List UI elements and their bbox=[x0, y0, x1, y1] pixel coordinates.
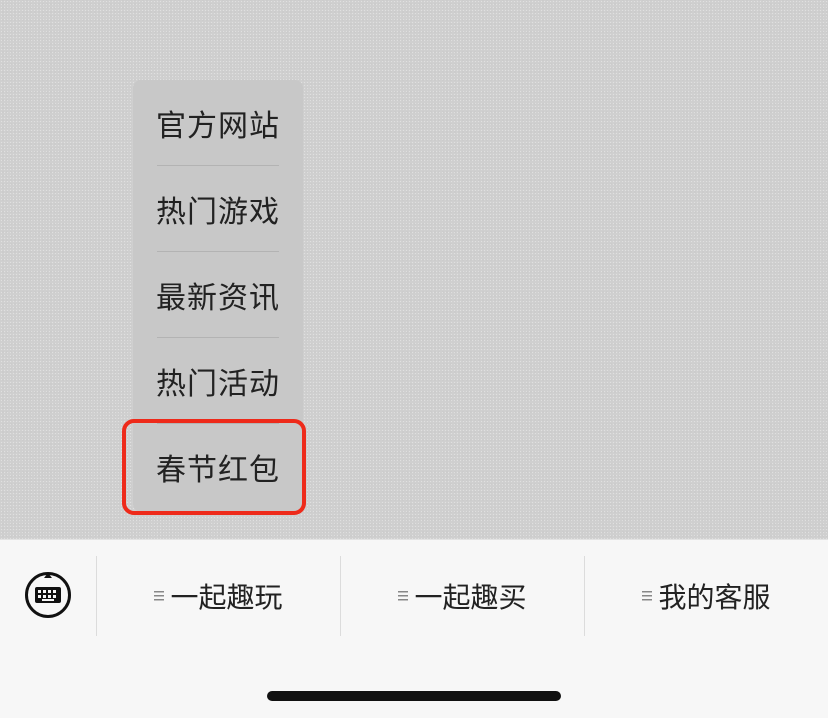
menu-item-label: 最新资讯 bbox=[156, 281, 280, 316]
keyboard-icon bbox=[25, 572, 71, 618]
list-icon bbox=[642, 591, 653, 601]
list-icon bbox=[154, 591, 165, 601]
bottom-menu-play-together[interactable]: 一起趣玩 bbox=[97, 556, 340, 636]
popup-menu: 官方网站 热门游戏 最新资讯 热门活动 春节红包 bbox=[133, 80, 303, 512]
menu-item-hot-games[interactable]: 热门游戏 bbox=[133, 166, 303, 252]
menu-item-label: 官方网站 bbox=[156, 109, 280, 144]
bottom-menu-label: 一起趣买 bbox=[414, 581, 527, 614]
list-icon bbox=[398, 591, 409, 601]
keyboard-toggle-button[interactable] bbox=[24, 571, 72, 619]
menu-item-label: 春节红包 bbox=[156, 453, 280, 488]
bottom-menu-label: 我的客服 bbox=[658, 581, 771, 614]
chat-area bbox=[0, 0, 828, 539]
home-indicator[interactable] bbox=[267, 691, 561, 701]
menu-item-latest-news[interactable]: 最新资讯 bbox=[133, 252, 303, 338]
menu-item-spring-festival-red-packet[interactable]: 春节红包 bbox=[133, 424, 303, 510]
menu-item-hot-events[interactable]: 热门活动 bbox=[133, 338, 303, 424]
bottom-menu-customer-service[interactable]: 我的客服 bbox=[585, 556, 828, 636]
menu-item-label: 热门游戏 bbox=[156, 195, 280, 230]
bottom-menu-label: 一起趣玩 bbox=[170, 581, 283, 614]
menu-item-official-website[interactable]: 官方网站 bbox=[133, 80, 303, 166]
bottom-menu-buy-together[interactable]: 一起趣买 bbox=[341, 556, 584, 636]
menu-item-label: 热门活动 bbox=[156, 367, 280, 402]
